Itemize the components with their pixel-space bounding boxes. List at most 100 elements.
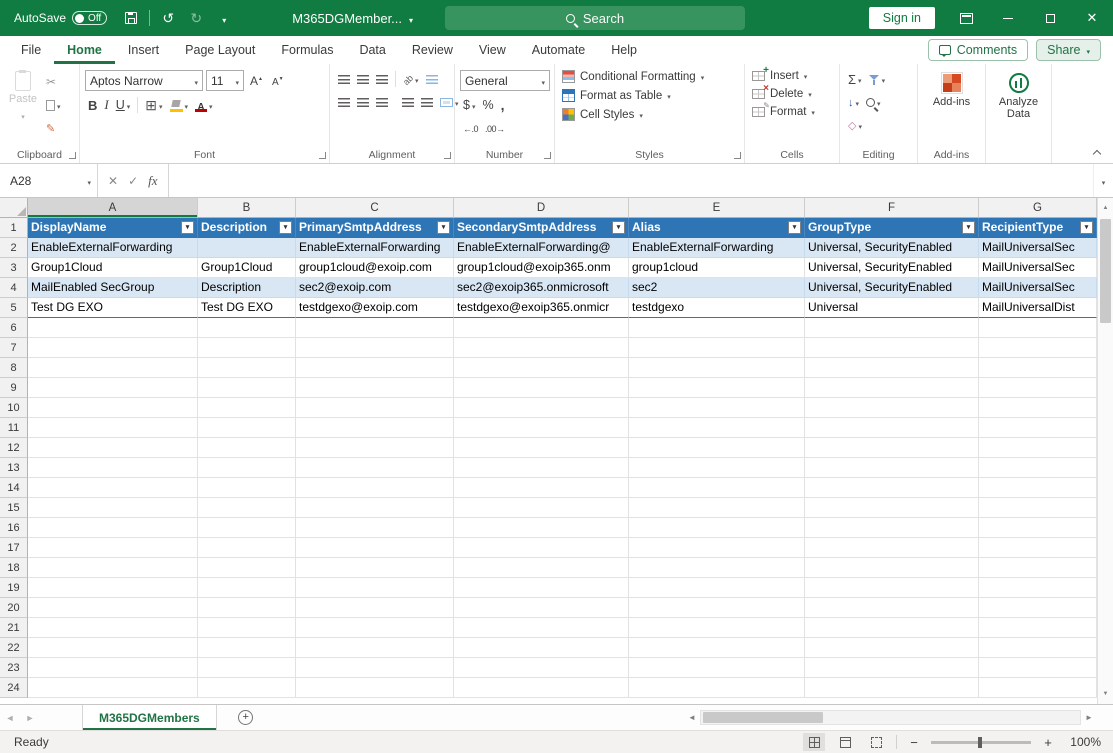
row-header-24[interactable]: 24 [0,678,28,698]
font-size-select[interactable]: 11 [206,70,244,91]
percent-style-button[interactable] [479,95,496,115]
cell[interactable] [979,318,1097,338]
filter-dropdown-button[interactable]: ▾ [962,221,975,234]
cell[interactable] [28,538,198,558]
row-header-2[interactable]: 2 [0,238,28,258]
font-name-select[interactable]: Aptos Narrow [85,70,203,91]
comma-style-button[interactable] [498,95,508,115]
zoom-level[interactable]: 100% [1065,735,1101,749]
cell[interactable] [454,538,629,558]
cell[interactable]: group1cloud@exoip.com [296,258,454,278]
cell[interactable] [629,478,805,498]
cell[interactable] [28,318,198,338]
cell[interactable] [979,638,1097,658]
cell[interactable]: group1cloud [629,258,805,278]
cell[interactable] [454,418,629,438]
cell[interactable] [629,518,805,538]
cell[interactable] [198,598,296,618]
ribbon-display-options-button[interactable] [945,0,987,36]
normal-view-button[interactable] [803,733,825,751]
align-left-button[interactable] [335,92,353,112]
close-button[interactable]: ✕ [1071,0,1113,36]
cell[interactable] [198,378,296,398]
cell[interactable] [198,658,296,678]
increase-decimal-button[interactable] [460,118,481,138]
cell[interactable]: group1cloud@exoip365.onm [454,258,629,278]
cell[interactable] [805,398,979,418]
cell[interactable] [296,438,454,458]
page-break-view-button[interactable] [865,733,887,751]
cell[interactable] [454,558,629,578]
cell[interactable]: Description [198,278,296,298]
wrap-text-button[interactable] [423,69,441,89]
cell[interactable] [629,498,805,518]
cell[interactable] [805,538,979,558]
cell[interactable] [454,478,629,498]
row-header-21[interactable]: 21 [0,618,28,638]
cell[interactable] [629,618,805,638]
cell[interactable] [629,578,805,598]
cell[interactable] [454,438,629,458]
cell[interactable] [454,338,629,358]
cell[interactable] [454,638,629,658]
scroll-right-icon[interactable]: ► [1081,709,1097,726]
tab-home[interactable]: Home [54,36,115,64]
format-cells-button[interactable]: Format [748,103,819,121]
cell[interactable]: EnableExternalForwarding [629,238,805,258]
column-header-B[interactable]: B [198,198,296,218]
cell[interactable] [28,658,198,678]
cell[interactable] [805,598,979,618]
cell[interactable] [198,338,296,358]
cell[interactable] [629,358,805,378]
cell[interactable] [296,458,454,478]
zoom-out-button[interactable] [906,734,922,750]
row-header-14[interactable]: 14 [0,478,28,498]
previous-sheet-button[interactable]: ◄ [0,705,20,730]
cell[interactable] [198,638,296,658]
cell[interactable] [28,558,198,578]
cell[interactable] [198,618,296,638]
cell[interactable] [979,418,1097,438]
cell[interactable] [629,338,805,358]
cell[interactable] [805,418,979,438]
cell[interactable] [979,578,1097,598]
cell[interactable] [805,458,979,478]
tab-page-layout[interactable]: Page Layout [172,36,268,64]
analyze-data-button[interactable]: Analyze Data [989,67,1048,120]
cell[interactable] [296,558,454,578]
horizontal-scroll-thumb[interactable] [703,712,823,723]
minimize-button[interactable] [987,0,1029,36]
cell[interactable] [979,518,1097,538]
cell[interactable] [28,478,198,498]
cell[interactable] [629,558,805,578]
cell[interactable] [28,398,198,418]
cell[interactable]: testdgexo [629,298,805,318]
cell[interactable]: MailUniversalSec [979,278,1097,298]
cell[interactable]: sec2@exoip365.onmicrosoft [454,278,629,298]
column-header-F[interactable]: F [805,198,979,218]
cell[interactable] [296,578,454,598]
tab-file[interactable]: File [8,36,54,64]
cell[interactable] [629,458,805,478]
column-header-G[interactable]: G [979,198,1097,218]
filter-dropdown-button[interactable]: ▾ [437,221,450,234]
cell[interactable] [198,518,296,538]
align-bottom-button[interactable] [373,69,391,89]
table-header-cell[interactable]: RecipientType▾ [979,218,1097,238]
cell[interactable] [454,358,629,378]
align-center-button[interactable] [354,92,372,112]
cell[interactable] [629,638,805,658]
page-layout-view-button[interactable] [834,733,856,751]
cell[interactable] [296,358,454,378]
row-header-16[interactable]: 16 [0,518,28,538]
increase-font-size-button[interactable] [247,71,266,91]
add-ins-button[interactable]: Add-ins [921,67,982,108]
increase-indent-button[interactable] [418,92,436,112]
decrease-indent-button[interactable] [399,92,417,112]
dialog-launcher-icon[interactable] [544,152,551,159]
cell[interactable] [28,438,198,458]
row-header-13[interactable]: 13 [0,458,28,478]
cell[interactable] [979,378,1097,398]
dialog-launcher-icon[interactable] [69,152,76,159]
bold-button[interactable] [85,95,100,115]
